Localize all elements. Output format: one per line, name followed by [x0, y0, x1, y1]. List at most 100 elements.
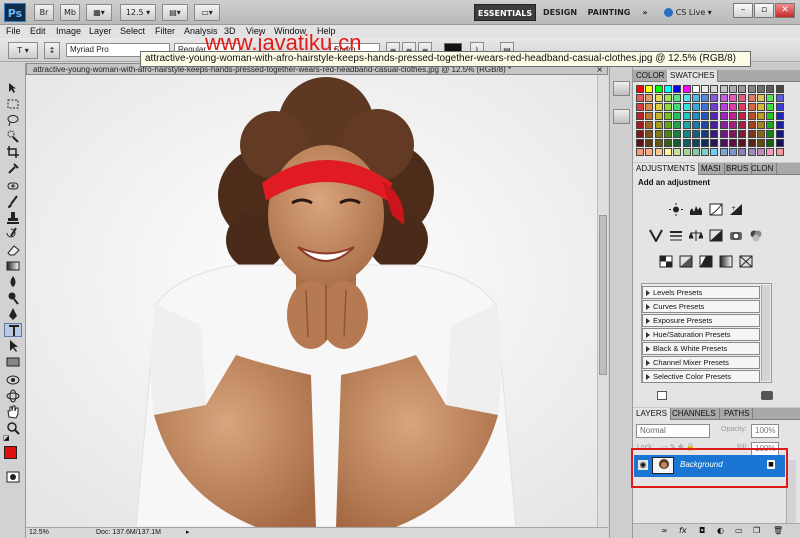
swatch-cell[interactable] — [729, 139, 737, 147]
swatch-cell[interactable] — [682, 139, 691, 147]
swap-colors-icon[interactable]: ◪ — [3, 435, 11, 442]
swatch-cell[interactable] — [719, 94, 728, 102]
swatch-cell[interactable] — [673, 121, 682, 129]
add-mask-icon[interactable]: ◘ — [699, 526, 705, 535]
swatch-cell[interactable] — [663, 121, 672, 129]
preset-hue-saturation[interactable]: Hue/Saturation Presets — [642, 328, 760, 341]
brush-tool-icon[interactable] — [4, 195, 22, 209]
swatch-cell[interactable] — [654, 103, 663, 111]
swatch-cell[interactable] — [766, 121, 775, 129]
canvas-area[interactable] — [26, 75, 608, 527]
swatch-cell[interactable] — [738, 94, 747, 102]
restore-button[interactable]: ▫ — [754, 3, 774, 18]
swatch-cell[interactable] — [766, 139, 775, 147]
swatch-cell[interactable] — [645, 94, 654, 102]
swatch-cell[interactable] — [775, 85, 784, 93]
swatch-cell[interactable] — [663, 139, 672, 147]
swatch-cell[interactable] — [645, 139, 654, 147]
swatch-cell[interactable] — [673, 130, 682, 138]
swatch-cell[interactable] — [729, 121, 737, 129]
swatch-cell[interactable] — [729, 148, 737, 156]
eyedropper-tool-icon[interactable] — [4, 161, 22, 175]
swatch-cell[interactable] — [701, 121, 710, 129]
tab-paths[interactable]: PATHS — [721, 408, 754, 420]
scroll-thumb[interactable] — [599, 215, 607, 375]
eraser-tool-icon[interactable] — [4, 243, 22, 257]
swatch-cell[interactable] — [719, 103, 728, 111]
preset-levels[interactable]: Levels Presets — [642, 286, 760, 299]
presets-scrollbar[interactable] — [761, 285, 770, 381]
black-white-icon[interactable] — [709, 229, 723, 242]
preset-black-white[interactable]: Black & White Presets — [642, 342, 760, 355]
swatch-cell[interactable] — [654, 121, 663, 129]
swatch-cell[interactable] — [691, 103, 700, 111]
swatch-cell[interactable] — [756, 130, 765, 138]
crop-tool-icon[interactable] — [4, 145, 22, 159]
menu-image[interactable]: Image — [56, 25, 81, 38]
swatch-cell[interactable] — [701, 112, 710, 120]
swatch-cell[interactable] — [682, 148, 691, 156]
swatch-cell[interactable] — [691, 130, 700, 138]
swatch-cell[interactable] — [766, 130, 775, 138]
swatch-cell[interactable] — [710, 148, 719, 156]
swatch-cell[interactable] — [738, 148, 747, 156]
swatch-cell[interactable] — [654, 148, 663, 156]
threshold-icon[interactable] — [699, 255, 713, 268]
swatch-cell[interactable] — [756, 94, 765, 102]
gradient-tool-icon[interactable] — [4, 259, 22, 273]
swatch-cell[interactable] — [710, 94, 719, 102]
opacity-field[interactable]: 100% — [751, 424, 779, 438]
menu-edit[interactable]: Edit — [30, 25, 46, 38]
clone-stamp-tool-icon[interactable] — [4, 211, 22, 225]
curves-icon[interactable] — [709, 203, 723, 216]
status-menu-icon[interactable]: ▸ — [186, 528, 190, 538]
swatch-cell[interactable] — [691, 112, 700, 120]
swatch-cell[interactable] — [701, 103, 710, 111]
foreground-color-swatch[interactable] — [4, 446, 17, 459]
status-zoom[interactable]: 12.5% — [29, 528, 49, 538]
swatch-cell[interactable] — [775, 130, 784, 138]
new-adjustment-layer-icon[interactable]: ◐ — [717, 526, 724, 535]
swatch-cell[interactable] — [766, 112, 775, 120]
healing-brush-tool-icon[interactable] — [4, 179, 22, 193]
swatch-cell[interactable] — [701, 148, 710, 156]
swatch-cell[interactable] — [663, 112, 672, 120]
swatch-cell[interactable] — [747, 139, 756, 147]
zoom-level-select[interactable]: 12.5 ▾ — [120, 4, 156, 21]
swatch-cell[interactable] — [719, 130, 728, 138]
swatch-cell[interactable] — [710, 112, 719, 120]
swatch-cell[interactable] — [738, 103, 747, 111]
photo-filter-icon[interactable] — [729, 229, 743, 242]
selective-color-icon[interactable] — [739, 255, 753, 268]
swatch-cell[interactable] — [766, 148, 775, 156]
swatch-cell[interactable] — [691, 94, 700, 102]
type-tool-icon[interactable] — [4, 323, 22, 337]
tab-adjustments[interactable]: ADJUSTMENTS — [633, 163, 700, 175]
dodge-tool-icon[interactable] — [4, 291, 22, 305]
swatch-cell[interactable] — [636, 148, 644, 156]
swatch-cell[interactable] — [775, 148, 784, 156]
swatch-cell[interactable] — [673, 148, 682, 156]
swatch-cell[interactable] — [756, 85, 765, 93]
adjustments-footer-icon[interactable] — [657, 391, 667, 400]
swatch-cell[interactable] — [719, 121, 728, 129]
swatch-cell[interactable] — [654, 130, 663, 138]
channel-mixer-icon[interactable] — [749, 229, 763, 242]
swatch-cell[interactable] — [663, 103, 672, 111]
3d-orbit-tool-icon[interactable] — [4, 389, 22, 403]
menu-filter[interactable]: Filter — [155, 25, 175, 38]
preset-exposure[interactable]: Exposure Presets — [642, 314, 760, 327]
menu-layer[interactable]: Layer — [89, 25, 112, 38]
swatch-cell[interactable] — [710, 85, 719, 93]
view-extras-button[interactable]: ▦▾ — [86, 4, 112, 21]
swatch-cell[interactable] — [710, 139, 719, 147]
canvas-vertical-scrollbar[interactable] — [597, 75, 608, 527]
text-tool-preset-button[interactable]: T ▾ — [8, 42, 38, 59]
swatch-cell[interactable] — [654, 85, 663, 93]
swatch-cell[interactable] — [719, 112, 728, 120]
text-orientation-icon[interactable]: ↕ — [44, 42, 60, 59]
tab-channels[interactable]: CHANNELS — [669, 408, 720, 420]
swatch-cell[interactable] — [636, 85, 644, 93]
swatch-cell[interactable] — [673, 139, 682, 147]
swatch-cell[interactable] — [775, 112, 784, 120]
